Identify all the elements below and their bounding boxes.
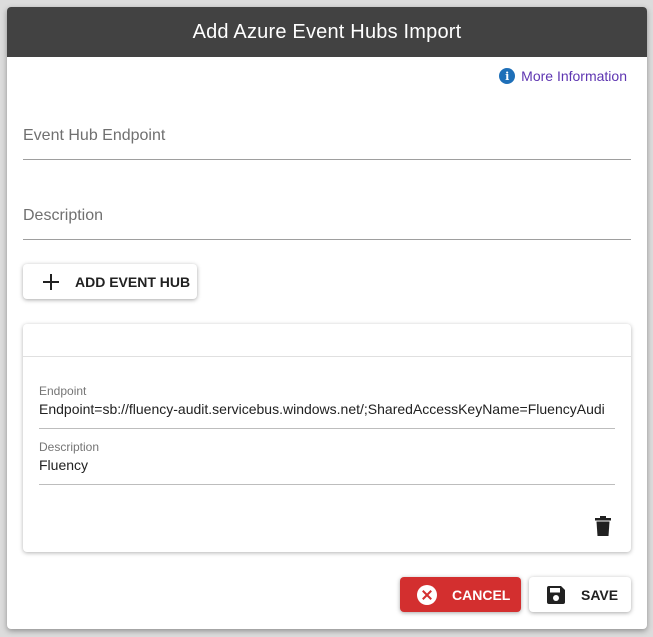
plus-icon: [43, 273, 59, 290]
more-information-link[interactable]: i More Information: [499, 68, 627, 84]
event-hub-card-header: [23, 324, 631, 357]
trash-icon[interactable]: [595, 516, 611, 536]
card-description-value[interactable]: Fluency: [39, 457, 615, 473]
floppy-disk-icon: [547, 585, 565, 604]
dialog-header: Add Azure Event Hubs Import: [7, 7, 647, 57]
card-endpoint-value[interactable]: Endpoint=sb://fluency-audit.servicebus.w…: [39, 401, 615, 417]
event-hub-card: Endpoint Endpoint=sb://fluency-audit.ser…: [23, 324, 631, 552]
card-description-field[interactable]: Description Fluency: [39, 440, 615, 485]
info-icon: i: [499, 68, 516, 84]
cancel-circle-icon: [417, 584, 437, 605]
add-event-hubs-dialog: Add Azure Event Hubs Import i More Infor…: [7, 7, 647, 629]
save-button[interactable]: SAVE: [529, 577, 631, 612]
dialog-title: Add Azure Event Hubs Import: [192, 20, 462, 43]
event-hub-endpoint-input[interactable]: [23, 119, 635, 161]
card-endpoint-label: Endpoint: [39, 384, 87, 398]
event-hub-endpoint-field[interactable]: Event Hub Endpoint: [23, 119, 635, 161]
description-input[interactable]: [23, 199, 635, 241]
card-endpoint-field[interactable]: Endpoint Endpoint=sb://fluency-audit.ser…: [39, 384, 615, 429]
description-field[interactable]: Description: [23, 199, 635, 241]
cancel-button[interactable]: CANCEL: [400, 577, 521, 612]
cancel-label: CANCEL: [452, 586, 511, 603]
add-event-hub-button[interactable]: ADD EVENT HUB: [23, 264, 197, 299]
add-event-hub-label: ADD EVENT HUB: [75, 273, 191, 290]
more-information-label: More Information: [521, 68, 627, 84]
card-description-label: Description: [39, 440, 100, 454]
save-label: SAVE: [581, 586, 619, 603]
